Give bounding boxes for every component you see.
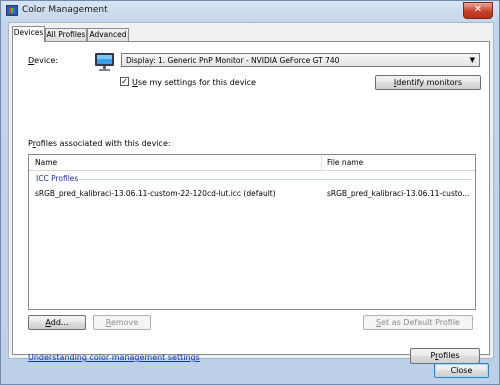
- list-header: Name File name: [29, 155, 475, 171]
- dialog-content: Devices All Profiles Advanced Device: Di…: [8, 22, 494, 364]
- group-divider: [79, 179, 471, 180]
- group-header-icc-profiles: ICC Profiles: [36, 174, 79, 183]
- profiles-list[interactable]: Name File name ICC Profiles sRGB_pred_ka…: [28, 154, 476, 310]
- color-management-icon: [6, 5, 18, 16]
- chevron-down-icon: ▼: [469, 56, 475, 64]
- title-bar: Color Management ✕: [1, 1, 499, 21]
- add-button[interactable]: Add...: [28, 315, 86, 330]
- device-dropdown[interactable]: Display: 1. Generic PnP Monitor - NVIDIA…: [121, 53, 480, 67]
- set-default-profile-button[interactable]: Set as Default Profile: [363, 315, 473, 330]
- tab-advanced[interactable]: Advanced: [87, 28, 129, 41]
- use-my-settings-label[interactable]: Use my settings for this device: [132, 78, 256, 87]
- device-selected-value: Display: 1. Generic PnP Monitor - NVIDIA…: [126, 56, 340, 65]
- understanding-color-management-link[interactable]: Understanding color management settings: [28, 353, 200, 362]
- monitor-icon: [95, 53, 114, 71]
- window-close-button[interactable]: ✕: [463, 2, 493, 19]
- devices-panel: Device: Display: 1. Generic PnP Monitor …: [12, 41, 490, 364]
- profiles-section-label: Profiles associated with this device:: [28, 139, 171, 148]
- column-divider[interactable]: [321, 155, 322, 170]
- use-my-settings-checkbox[interactable]: ✓: [120, 77, 129, 86]
- profile-file-cell: sRGB_pred_kalibraci-13.06.11-custo...: [327, 189, 470, 198]
- window-title: Color Management: [22, 5, 108, 15]
- identify-monitors-button[interactable]: Identify monitors: [375, 75, 481, 90]
- color-management-window: Color Management ✕ Devices All Profiles …: [0, 0, 500, 385]
- remove-button[interactable]: Remove: [93, 315, 151, 330]
- tab-devices[interactable]: Devices: [12, 26, 45, 42]
- column-header-file-name[interactable]: File name: [327, 158, 363, 167]
- column-header-name[interactable]: Name: [35, 158, 57, 167]
- profile-name-cell: sRGB_pred_kalibraci-13.06.11-custom-22-1…: [35, 189, 276, 198]
- profiles-button[interactable]: Profiles: [410, 348, 480, 364]
- close-button[interactable]: Close: [434, 363, 489, 378]
- tab-all-profiles[interactable]: All Profiles: [45, 28, 87, 41]
- device-label: Device:: [28, 56, 59, 65]
